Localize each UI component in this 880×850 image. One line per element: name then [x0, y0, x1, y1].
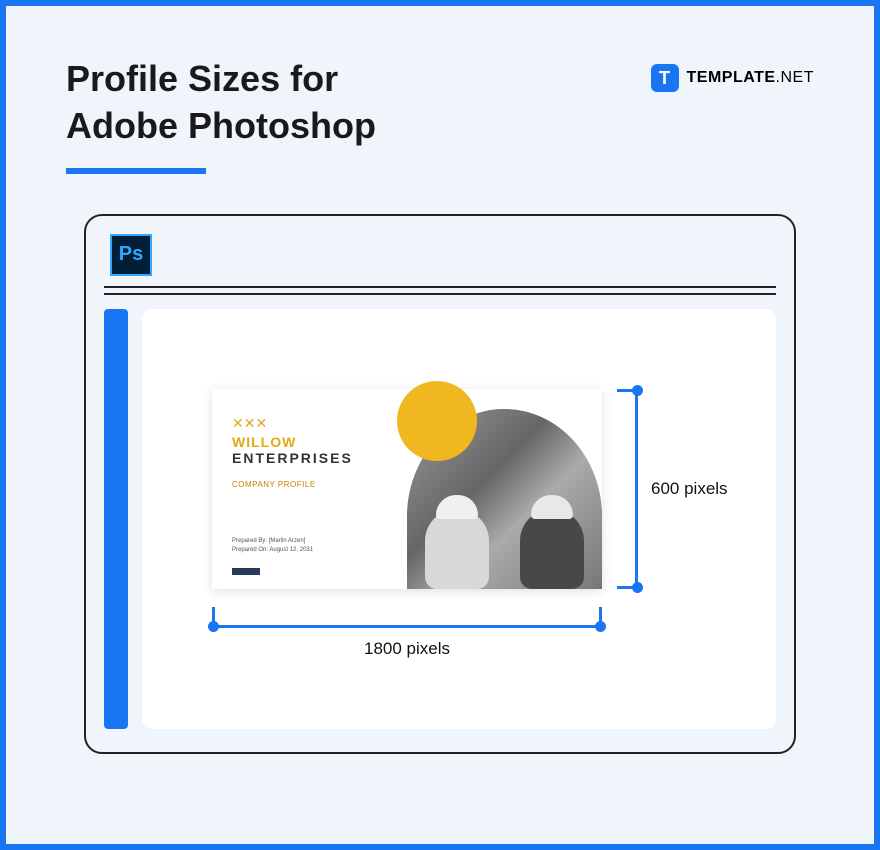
brand-suffix: .NET	[776, 69, 814, 86]
dimension-line	[212, 625, 602, 628]
height-dimension: 600 pixels	[617, 389, 737, 589]
page-title-line1: Profile Sizes for	[66, 56, 376, 103]
brand-icon: T	[651, 64, 679, 92]
divider-2	[104, 293, 776, 295]
divider-1	[104, 286, 776, 288]
profile-card: ✕✕✕ WILLOW ENTERPRISES COMPANY PROFILE P…	[212, 389, 602, 589]
card-prepared: Prepared By: [Marlin Arzen] Prepared On:…	[232, 537, 413, 556]
width-label: 1800 pixels	[356, 639, 458, 659]
brand-text: TEMPLATE.NET	[687, 69, 814, 87]
dimension-dot	[632, 582, 643, 593]
hardhat-icon	[436, 495, 478, 519]
height-label: 600 pixels	[651, 479, 728, 499]
canvas-area: ✕✕✕ WILLOW ENTERPRISES COMPANY PROFILE P…	[142, 309, 776, 729]
dimension-dot	[595, 621, 606, 632]
brand-name: TEMPLATE	[687, 69, 776, 86]
tool-sidebar	[104, 309, 128, 729]
card-brand-bottom: ENTERPRISES	[232, 450, 413, 466]
card-subtitle: COMPANY PROFILE	[232, 480, 413, 489]
photoshop-window: Ps ✕✕✕ WILLOW ENTERPRISES COMPANY PROFIL…	[84, 214, 796, 754]
card-brand-top: WILLOW	[232, 434, 413, 450]
page-title-line2: Adobe Photoshop	[66, 103, 376, 150]
card-image-section	[427, 389, 603, 589]
photoshop-icon: Ps	[110, 234, 152, 276]
prepared-by: Prepared By: [Marlin Arzen]	[232, 537, 413, 547]
prepared-on: Prepared On: August 12, 2031	[232, 546, 413, 556]
card-logo-symbol: ✕✕✕	[232, 415, 413, 432]
width-dimension: 1800 pixels	[212, 607, 602, 667]
dimension-dot	[632, 385, 643, 396]
title-underline	[66, 168, 206, 174]
brand-logo: T TEMPLATE.NET	[651, 64, 814, 92]
hardhat-icon	[531, 495, 573, 519]
worker-figure-1	[425, 509, 489, 589]
worker-figure-2	[520, 509, 584, 589]
title-block: Profile Sizes for Adobe Photoshop	[66, 56, 376, 174]
dimension-dot	[208, 621, 219, 632]
yellow-circle-accent	[397, 381, 477, 461]
card-text-section: ✕✕✕ WILLOW ENTERPRISES COMPANY PROFILE P…	[212, 389, 427, 589]
dimension-line	[635, 389, 638, 589]
card-accent-bar	[232, 568, 260, 575]
workspace: ✕✕✕ WILLOW ENTERPRISES COMPANY PROFILE P…	[104, 309, 776, 729]
header: Profile Sizes for Adobe Photoshop T TEMP…	[6, 6, 874, 174]
